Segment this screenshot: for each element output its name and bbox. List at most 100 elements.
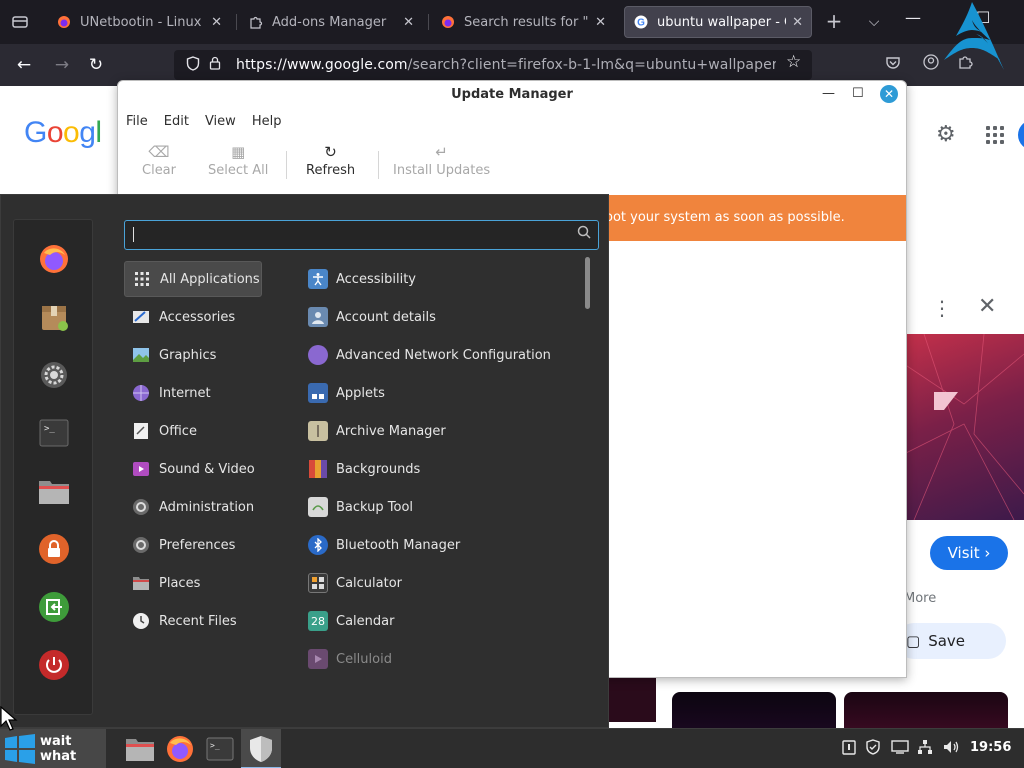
settings-icon[interactable]: [37, 358, 71, 392]
tab-ubuntu-wallpaper[interactable]: G ubuntu wallpaper - Go ✕: [624, 6, 812, 38]
category-internet[interactable]: Internet: [124, 375, 262, 411]
new-tab-button[interactable]: +: [822, 10, 846, 34]
package-icon[interactable]: [37, 300, 71, 334]
firefox-icon[interactable]: [37, 242, 71, 276]
image-thumbnail[interactable]: [608, 676, 656, 722]
category-recent-files[interactable]: Recent Files: [124, 603, 262, 639]
lock-screen-icon[interactable]: [37, 532, 71, 566]
clipboard-icon[interactable]: [842, 739, 856, 759]
volume-icon[interactable]: [943, 739, 961, 759]
display-icon[interactable]: [891, 739, 909, 759]
google-logo[interactable]: Googl: [24, 116, 102, 150]
archive-icon: [308, 421, 328, 441]
refresh-button[interactable]: ↻ Refresh: [306, 141, 355, 187]
terminal-icon[interactable]: >_: [37, 416, 71, 450]
install-updates-button[interactable]: ↵ Install Updates: [393, 141, 490, 187]
menu-file[interactable]: File: [118, 111, 156, 133]
close-tab-icon[interactable]: ✕: [211, 15, 222, 30]
settings-gear-icon[interactable]: ⚙: [936, 122, 956, 147]
minimize-icon[interactable]: —: [822, 86, 835, 101]
tab-unetbootin[interactable]: UNetbootin - Linux De ✕: [48, 6, 230, 38]
clock[interactable]: 19:56: [970, 740, 1011, 755]
shield-icon[interactable]: [182, 55, 204, 75]
save-button[interactable]: ▢ Save: [896, 623, 1006, 659]
more-link[interactable]: More: [904, 591, 936, 606]
more-options-icon[interactable]: ⋮: [932, 296, 952, 320]
pocket-icon[interactable]: [882, 54, 904, 76]
logout-icon[interactable]: [37, 590, 71, 624]
close-tab-icon[interactable]: ✕: [792, 15, 803, 30]
mouse-pointer-icon: [0, 706, 18, 731]
menu-view[interactable]: View: [197, 111, 244, 133]
menu-edit[interactable]: Edit: [156, 111, 197, 133]
app-celluloid[interactable]: Celluloid: [308, 641, 578, 677]
image-thumbnail[interactable]: [844, 692, 1008, 732]
menu-search-input[interactable]: [124, 220, 599, 250]
select-all-button[interactable]: ▦ Select All: [208, 141, 268, 187]
office-icon: [131, 421, 151, 441]
close-tab-icon[interactable]: ✕: [595, 15, 606, 30]
category-preferences[interactable]: Preferences: [124, 527, 262, 563]
back-button[interactable]: ←: [12, 53, 36, 77]
apps-scrollbar[interactable]: [585, 257, 590, 309]
visit-label: Visit: [947, 544, 980, 562]
app-advanced-network-configuration[interactable]: Advanced Network Configuration: [308, 337, 578, 373]
close-panel-icon[interactable]: ✕: [978, 294, 996, 319]
app-label: Calculator: [336, 575, 403, 591]
category-administration[interactable]: Administration: [124, 489, 262, 525]
start-label: wait what: [40, 734, 77, 764]
url-text[interactable]: https://www.google.com/search?client=fir…: [236, 57, 776, 73]
menu-help[interactable]: Help: [244, 111, 290, 133]
app-backup-tool[interactable]: Backup Tool: [308, 489, 578, 525]
category-places[interactable]: Places: [124, 565, 262, 601]
close-window-icon[interactable]: ✕: [880, 85, 898, 103]
tab-overflow-chevron-icon[interactable]: ⌵: [862, 10, 886, 34]
reload-button[interactable]: ↻: [84, 53, 108, 77]
app-calendar[interactable]: 28 Calendar: [308, 603, 578, 639]
terminal-icon[interactable]: >_: [204, 733, 236, 765]
app-label: Applets: [336, 385, 385, 401]
category-all-applications[interactable]: All Applications: [124, 261, 262, 297]
firefox-icon[interactable]: [164, 733, 196, 765]
refresh-icon: ↻: [324, 143, 337, 161]
app-calculator[interactable]: Calculator: [308, 565, 578, 601]
network-tray-icon[interactable]: [917, 739, 933, 759]
app-account-details[interactable]: Account details: [308, 299, 578, 335]
app-archive-manager[interactable]: Archive Manager: [308, 413, 578, 449]
category-accessories[interactable]: Accessories: [124, 299, 262, 335]
app-accessibility[interactable]: Accessibility: [308, 261, 578, 297]
category-graphics[interactable]: Graphics: [124, 337, 262, 373]
files-icon[interactable]: [37, 474, 71, 508]
app-bluetooth-manager[interactable]: Bluetooth Manager: [308, 527, 578, 563]
category-label: Recent Files: [159, 613, 237, 629]
shield-tray-icon[interactable]: [865, 739, 881, 759]
wallpaper-preview-image[interactable]: [904, 334, 1024, 520]
tab-search-results[interactable]: Search results for "lin ✕: [432, 6, 614, 38]
tab-addons[interactable]: Add-ons Manager ✕: [240, 6, 422, 38]
url-bar[interactable]: https://www.google.com/search?client=fir…: [174, 50, 812, 80]
clear-button[interactable]: ⌫ Clear: [142, 141, 176, 187]
category-sound-video[interactable]: Sound & Video: [124, 451, 262, 487]
app-applets[interactable]: Applets: [308, 375, 578, 411]
category-label: Accessories: [159, 309, 236, 325]
image-thumbnail[interactable]: [672, 692, 836, 732]
minimize-window-icon[interactable]: —: [905, 8, 921, 27]
close-tab-icon[interactable]: ✕: [403, 15, 414, 30]
bookmark-star-icon[interactable]: ☆: [786, 52, 801, 72]
update-manager-shield-icon[interactable]: [245, 733, 277, 765]
app-backgrounds[interactable]: Backgrounds: [308, 451, 578, 487]
avatar[interactable]: [1018, 120, 1024, 150]
forward-button[interactable]: →: [50, 53, 74, 77]
maximize-icon[interactable]: ☐: [852, 86, 864, 101]
category-office[interactable]: Office: [124, 413, 262, 449]
backgrounds-icon: [308, 459, 328, 479]
visit-button[interactable]: Visit ›: [930, 536, 1008, 570]
start-menu-button[interactable]: wait what: [0, 729, 106, 768]
calendar-icon: 28: [308, 611, 328, 631]
files-icon[interactable]: [124, 733, 156, 765]
app-label: Celluloid: [336, 651, 392, 667]
google-apps-grid-icon[interactable]: [986, 126, 1004, 144]
lock-icon[interactable]: [204, 56, 226, 74]
tab-list-button[interactable]: [8, 10, 32, 34]
power-icon[interactable]: [37, 648, 71, 682]
